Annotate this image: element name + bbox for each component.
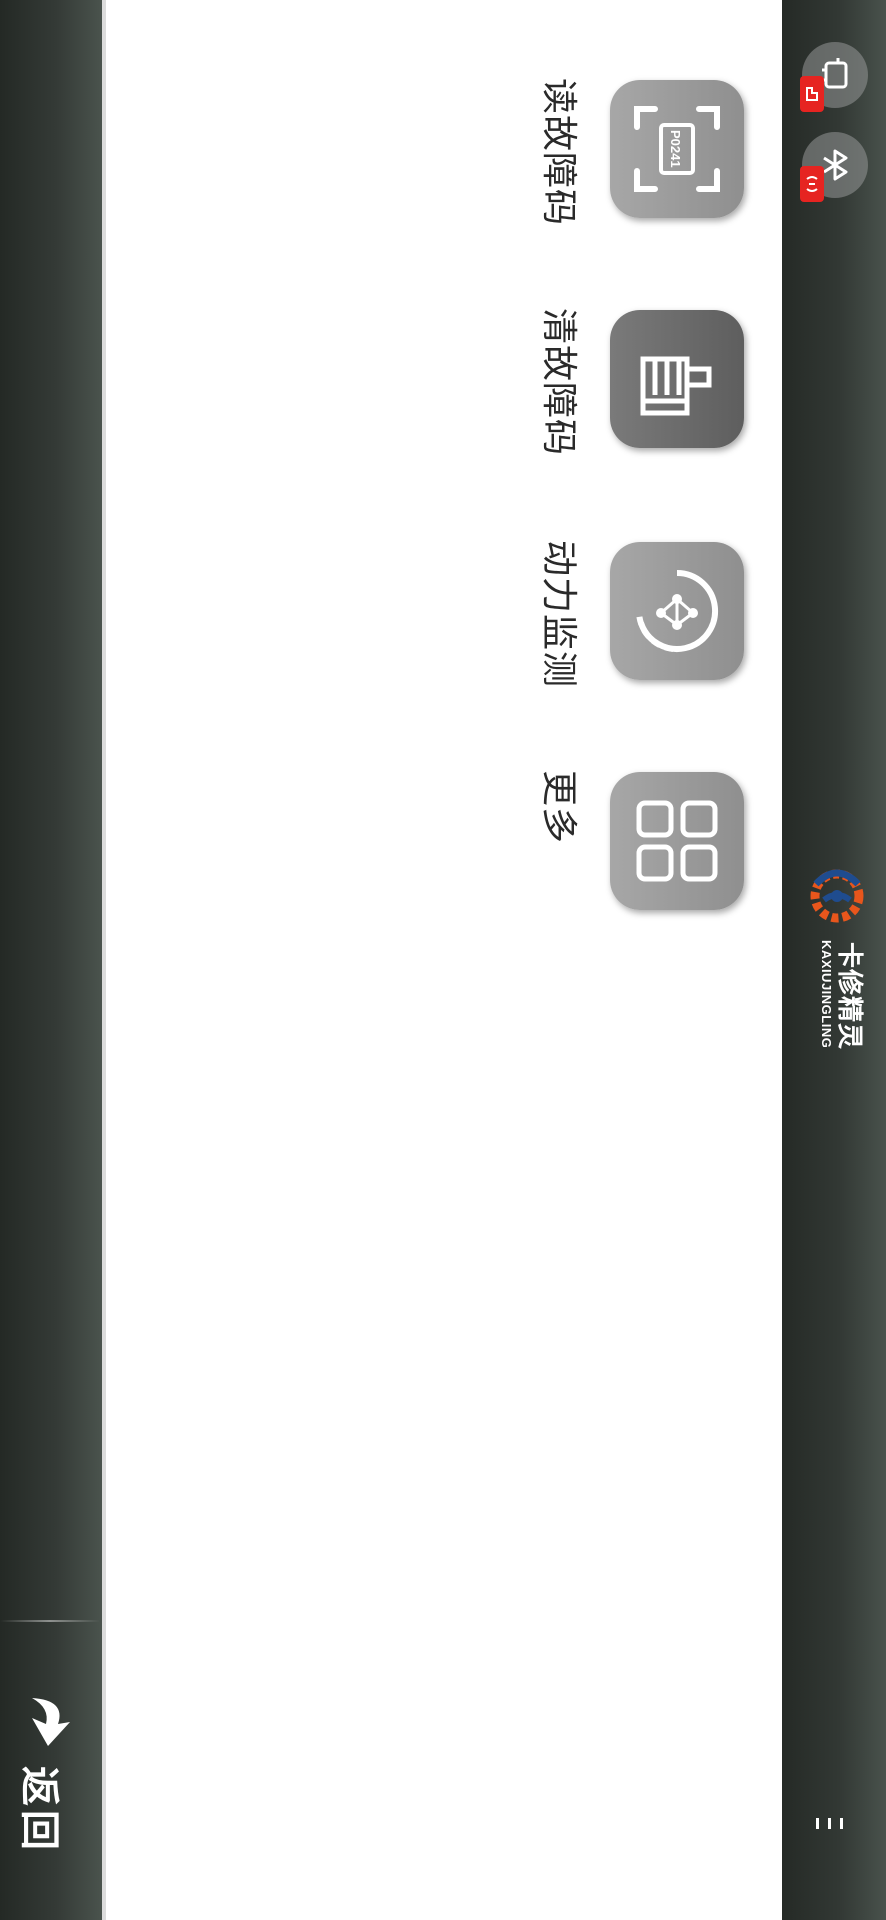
back-label: 返回: [16, 1766, 62, 1854]
clear-codes-tile[interactable]: 清故障码: [106, 306, 782, 456]
more-functions-label: 更多: [538, 770, 579, 845]
back-button[interactable]: 返回: [0, 1680, 100, 1860]
read-codes-button[interactable]: P0241: [610, 80, 744, 218]
bluetooth-button[interactable]: [800, 132, 868, 202]
more-menu-icon[interactable]: [812, 1818, 848, 1878]
brand-pinyin: KAXIUJINGLING: [819, 940, 834, 1049]
bluetooth-disconnected-badge: [800, 166, 824, 202]
power-monitor-button[interactable]: [610, 542, 744, 680]
screen: 卡修精灵 KAXIUJINGLING 返回 P0241 读故障码 清故障码 动力…: [0, 0, 886, 1920]
brand: 卡修精灵 KAXIUJINGLING: [804, 860, 870, 1060]
function-panel: P0241 读故障码 清故障码 动力监测 更多: [106, 0, 782, 1920]
header-bar: 卡修精灵 KAXIUJINGLING: [782, 0, 886, 1920]
broken-link-icon: [806, 176, 818, 192]
read-code-icon-text: P0241: [668, 130, 683, 168]
vci-connection-button[interactable]: [800, 42, 868, 112]
clear-code-brush-icon: [640, 356, 712, 416]
vci-disconnected-badge: [800, 76, 824, 112]
more-functions-button[interactable]: [610, 772, 744, 910]
grid-more-icon: [636, 800, 718, 882]
read-code-icon: P0241: [634, 106, 720, 192]
power-monitor-label: 动力监测: [538, 540, 579, 689]
read-codes-tile[interactable]: P0241 读故障码: [106, 76, 782, 226]
footer-bar: 返回: [0, 0, 102, 1920]
brand-name: 卡修精灵: [834, 942, 864, 1051]
power-monitor-tile[interactable]: 动力监测: [106, 538, 782, 688]
power-monitor-icon: [635, 570, 719, 652]
clear-codes-label: 清故障码: [538, 308, 579, 457]
hand-icon: [806, 87, 818, 101]
back-arrow-icon: [32, 1698, 70, 1746]
more-functions-tile[interactable]: 更多: [106, 768, 782, 918]
read-codes-label: 读故障码: [538, 78, 579, 227]
footer-divider: [0, 1620, 100, 1622]
clear-codes-button[interactable]: [610, 310, 744, 448]
brand-logo-icon: [810, 869, 864, 923]
